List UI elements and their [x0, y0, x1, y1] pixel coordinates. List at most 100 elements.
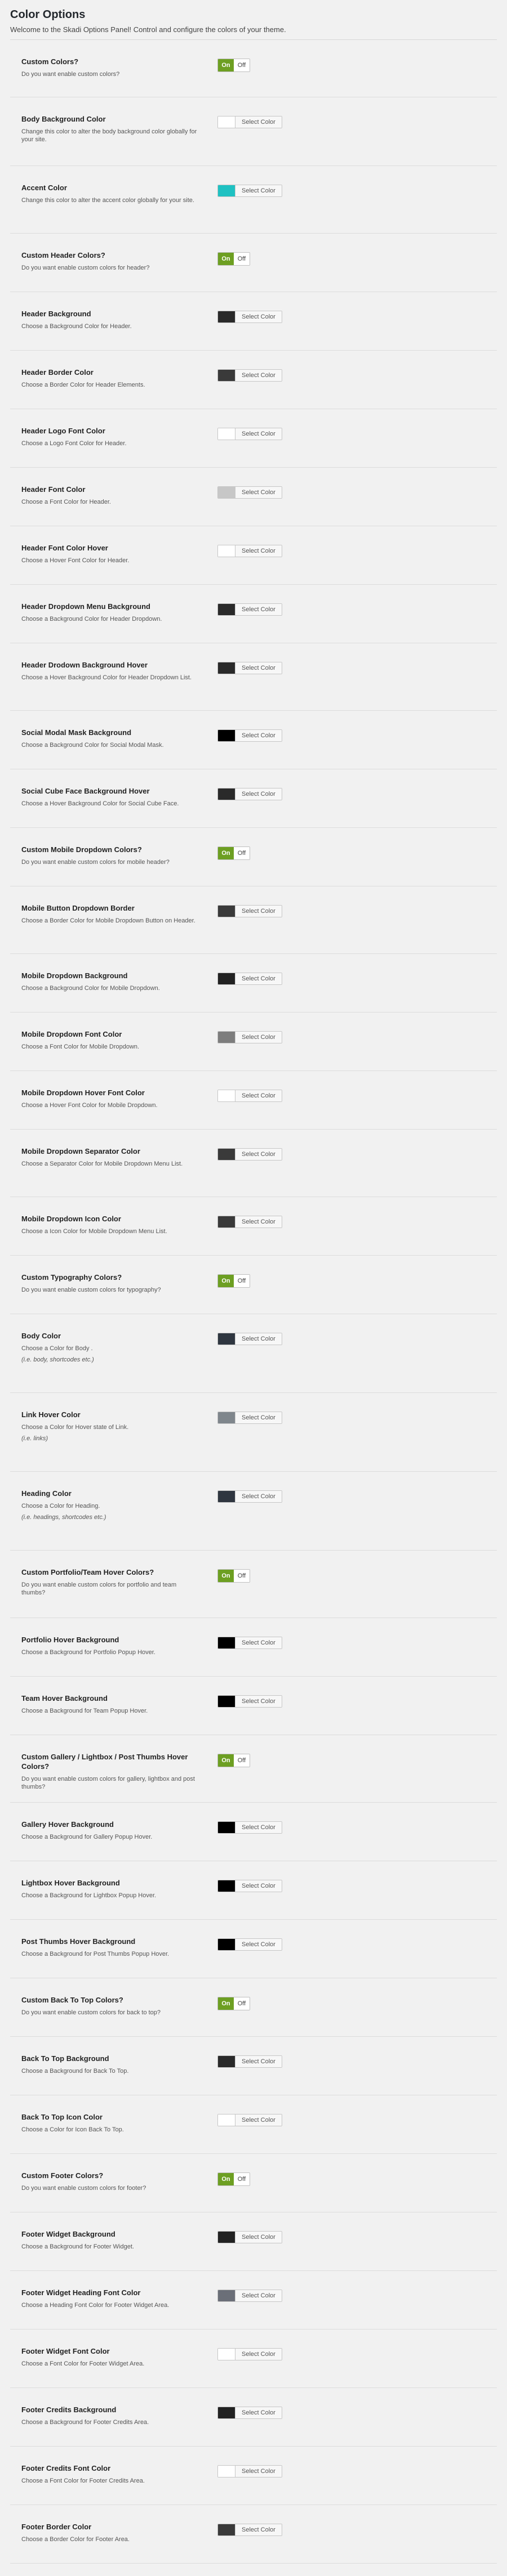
on-off-toggle[interactable]: On Off [217, 2172, 250, 2186]
select-color-label[interactable]: Select Color [235, 2114, 282, 2126]
on-off-toggle[interactable]: On Off [217, 1569, 250, 1583]
select-color-label[interactable]: Select Color [235, 2232, 282, 2243]
toggle-off-button[interactable]: Off [234, 847, 250, 859]
toggle-on-button[interactable]: On [218, 59, 234, 71]
toggle-off-button[interactable]: Off [234, 1754, 250, 1767]
select-color-button[interactable]: Select Color [217, 905, 282, 917]
color-swatch[interactable] [218, 1491, 235, 1502]
select-color-button[interactable]: Select Color [217, 428, 282, 440]
select-color-label[interactable]: Select Color [235, 117, 282, 128]
select-color-label[interactable]: Select Color [235, 1149, 282, 1160]
color-swatch[interactable] [218, 1822, 235, 1833]
toggle-off-button[interactable]: Off [234, 1570, 250, 1582]
select-color-label[interactable]: Select Color [235, 1880, 282, 1892]
select-color-label[interactable]: Select Color [235, 1216, 282, 1227]
select-color-button[interactable]: Select Color [217, 1090, 282, 1102]
color-swatch[interactable] [218, 1412, 235, 1423]
select-color-button[interactable]: Select Color [217, 2231, 282, 2243]
on-off-toggle[interactable]: On Off [217, 252, 250, 266]
select-color-label[interactable]: Select Color [235, 906, 282, 917]
color-swatch[interactable] [218, 1090, 235, 1101]
select-color-button[interactable]: Select Color [217, 311, 282, 323]
select-color-label[interactable]: Select Color [235, 1032, 282, 1043]
select-color-label[interactable]: Select Color [235, 1696, 282, 1707]
color-swatch[interactable] [218, 311, 235, 322]
color-swatch[interactable] [218, 428, 235, 440]
toggle-off-button[interactable]: Off [234, 1997, 250, 2010]
toggle-on-button[interactable]: On [218, 1997, 234, 2010]
color-swatch[interactable] [218, 370, 235, 381]
select-color-button[interactable]: Select Color [217, 545, 282, 557]
color-swatch[interactable] [218, 2524, 235, 2535]
select-color-button[interactable]: Select Color [217, 1412, 282, 1424]
select-color-button[interactable]: Select Color [217, 2524, 282, 2536]
color-swatch[interactable] [218, 906, 235, 917]
color-swatch[interactable] [218, 185, 235, 196]
select-color-button[interactable]: Select Color [217, 1880, 282, 1892]
select-color-label[interactable]: Select Color [235, 1939, 282, 1950]
toggle-on-button[interactable]: On [218, 2173, 234, 2185]
select-color-button[interactable]: Select Color [217, 729, 282, 742]
select-color-label[interactable]: Select Color [235, 2056, 282, 2067]
select-color-button[interactable]: Select Color [217, 2290, 282, 2302]
select-color-button[interactable]: Select Color [217, 185, 282, 197]
toggle-off-button[interactable]: Off [234, 59, 250, 71]
toggle-off-button[interactable]: Off [234, 1275, 250, 1287]
on-off-toggle[interactable]: On Off [217, 1754, 250, 1767]
color-swatch[interactable] [218, 2232, 235, 2243]
select-color-button[interactable]: Select Color [217, 973, 282, 985]
on-off-toggle[interactable]: On Off [217, 1274, 250, 1288]
select-color-button[interactable]: Select Color [217, 369, 282, 382]
select-color-button[interactable]: Select Color [217, 116, 282, 128]
select-color-label[interactable]: Select Color [235, 487, 282, 498]
select-color-label[interactable]: Select Color [235, 1333, 282, 1345]
select-color-label[interactable]: Select Color [235, 2290, 282, 2301]
select-color-button[interactable]: Select Color [217, 1148, 282, 1161]
select-color-label[interactable]: Select Color [235, 311, 282, 322]
select-color-label[interactable]: Select Color [235, 1090, 282, 1101]
select-color-button[interactable]: Select Color [217, 1216, 282, 1228]
toggle-off-button[interactable]: Off [234, 2173, 250, 2185]
color-swatch[interactable] [218, 1637, 235, 1648]
select-color-label[interactable]: Select Color [235, 789, 282, 800]
toggle-on-button[interactable]: On [218, 1754, 234, 1767]
toggle-on-button[interactable]: On [218, 253, 234, 265]
select-color-label[interactable]: Select Color [235, 1822, 282, 1833]
color-swatch[interactable] [218, 973, 235, 984]
select-color-label[interactable]: Select Color [235, 1637, 282, 1648]
select-color-label[interactable]: Select Color [235, 428, 282, 440]
color-swatch[interactable] [218, 2290, 235, 2301]
select-color-button[interactable]: Select Color [217, 486, 282, 499]
select-color-button[interactable]: Select Color [217, 2114, 282, 2126]
color-swatch[interactable] [218, 789, 235, 800]
select-color-label[interactable]: Select Color [235, 2524, 282, 2535]
toggle-on-button[interactable]: On [218, 1275, 234, 1287]
color-swatch[interactable] [218, 1880, 235, 1892]
color-swatch[interactable] [218, 2056, 235, 2067]
select-color-label[interactable]: Select Color [235, 370, 282, 381]
select-color-label[interactable]: Select Color [235, 1491, 282, 1502]
select-color-button[interactable]: Select Color [217, 2465, 282, 2478]
on-off-toggle[interactable]: On Off [217, 846, 250, 860]
select-color-button[interactable]: Select Color [217, 2407, 282, 2419]
color-swatch[interactable] [218, 604, 235, 615]
select-color-button[interactable]: Select Color [217, 788, 282, 800]
on-off-toggle[interactable]: On Off [217, 1997, 250, 2010]
color-swatch[interactable] [218, 662, 235, 674]
select-color-button[interactable]: Select Color [217, 1695, 282, 1708]
select-color-label[interactable]: Select Color [235, 2407, 282, 2418]
color-swatch[interactable] [218, 1032, 235, 1043]
select-color-label[interactable]: Select Color [235, 2349, 282, 2360]
toggle-on-button[interactable]: On [218, 1570, 234, 1582]
select-color-button[interactable]: Select Color [217, 2348, 282, 2360]
color-swatch[interactable] [218, 1333, 235, 1345]
color-swatch[interactable] [218, 2349, 235, 2360]
toggle-off-button[interactable]: Off [234, 253, 250, 265]
select-color-label[interactable]: Select Color [235, 730, 282, 741]
color-swatch[interactable] [218, 487, 235, 498]
select-color-button[interactable]: Select Color [217, 603, 282, 616]
select-color-button[interactable]: Select Color [217, 1490, 282, 1503]
select-color-button[interactable]: Select Color [217, 662, 282, 674]
color-swatch[interactable] [218, 1149, 235, 1160]
color-swatch[interactable] [218, 730, 235, 741]
